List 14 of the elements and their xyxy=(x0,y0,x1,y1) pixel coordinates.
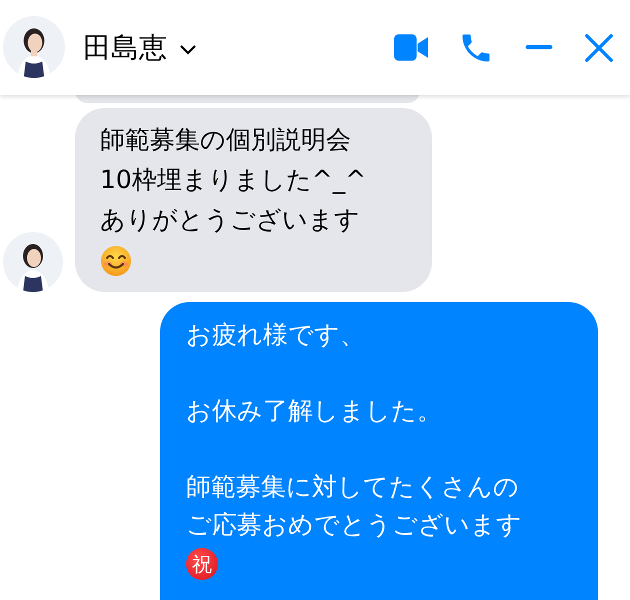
smiling-face-icon xyxy=(100,245,132,278)
congratulation-emoji: 祝 xyxy=(186,548,218,580)
minimize-icon[interactable] xyxy=(524,45,554,50)
message-text: お休み了解しました。 xyxy=(186,395,443,427)
message-text: ありがとうございます xyxy=(100,204,361,236)
contact-name[interactable]: 田島恵 xyxy=(83,28,167,66)
message-text: 師範募集に対してたくさんの xyxy=(186,471,520,503)
message-text: 10枠埋まりました^_^ xyxy=(100,164,368,196)
message-text: 師範募集の個別説明会 xyxy=(100,124,352,156)
chevron-down-icon[interactable] xyxy=(179,44,197,56)
close-icon[interactable] xyxy=(584,32,614,62)
message-text: お疲れ様です、 xyxy=(186,319,366,351)
video-camera-icon[interactable] xyxy=(394,34,428,61)
message-text: ご応募おめでとうございます xyxy=(186,509,523,541)
